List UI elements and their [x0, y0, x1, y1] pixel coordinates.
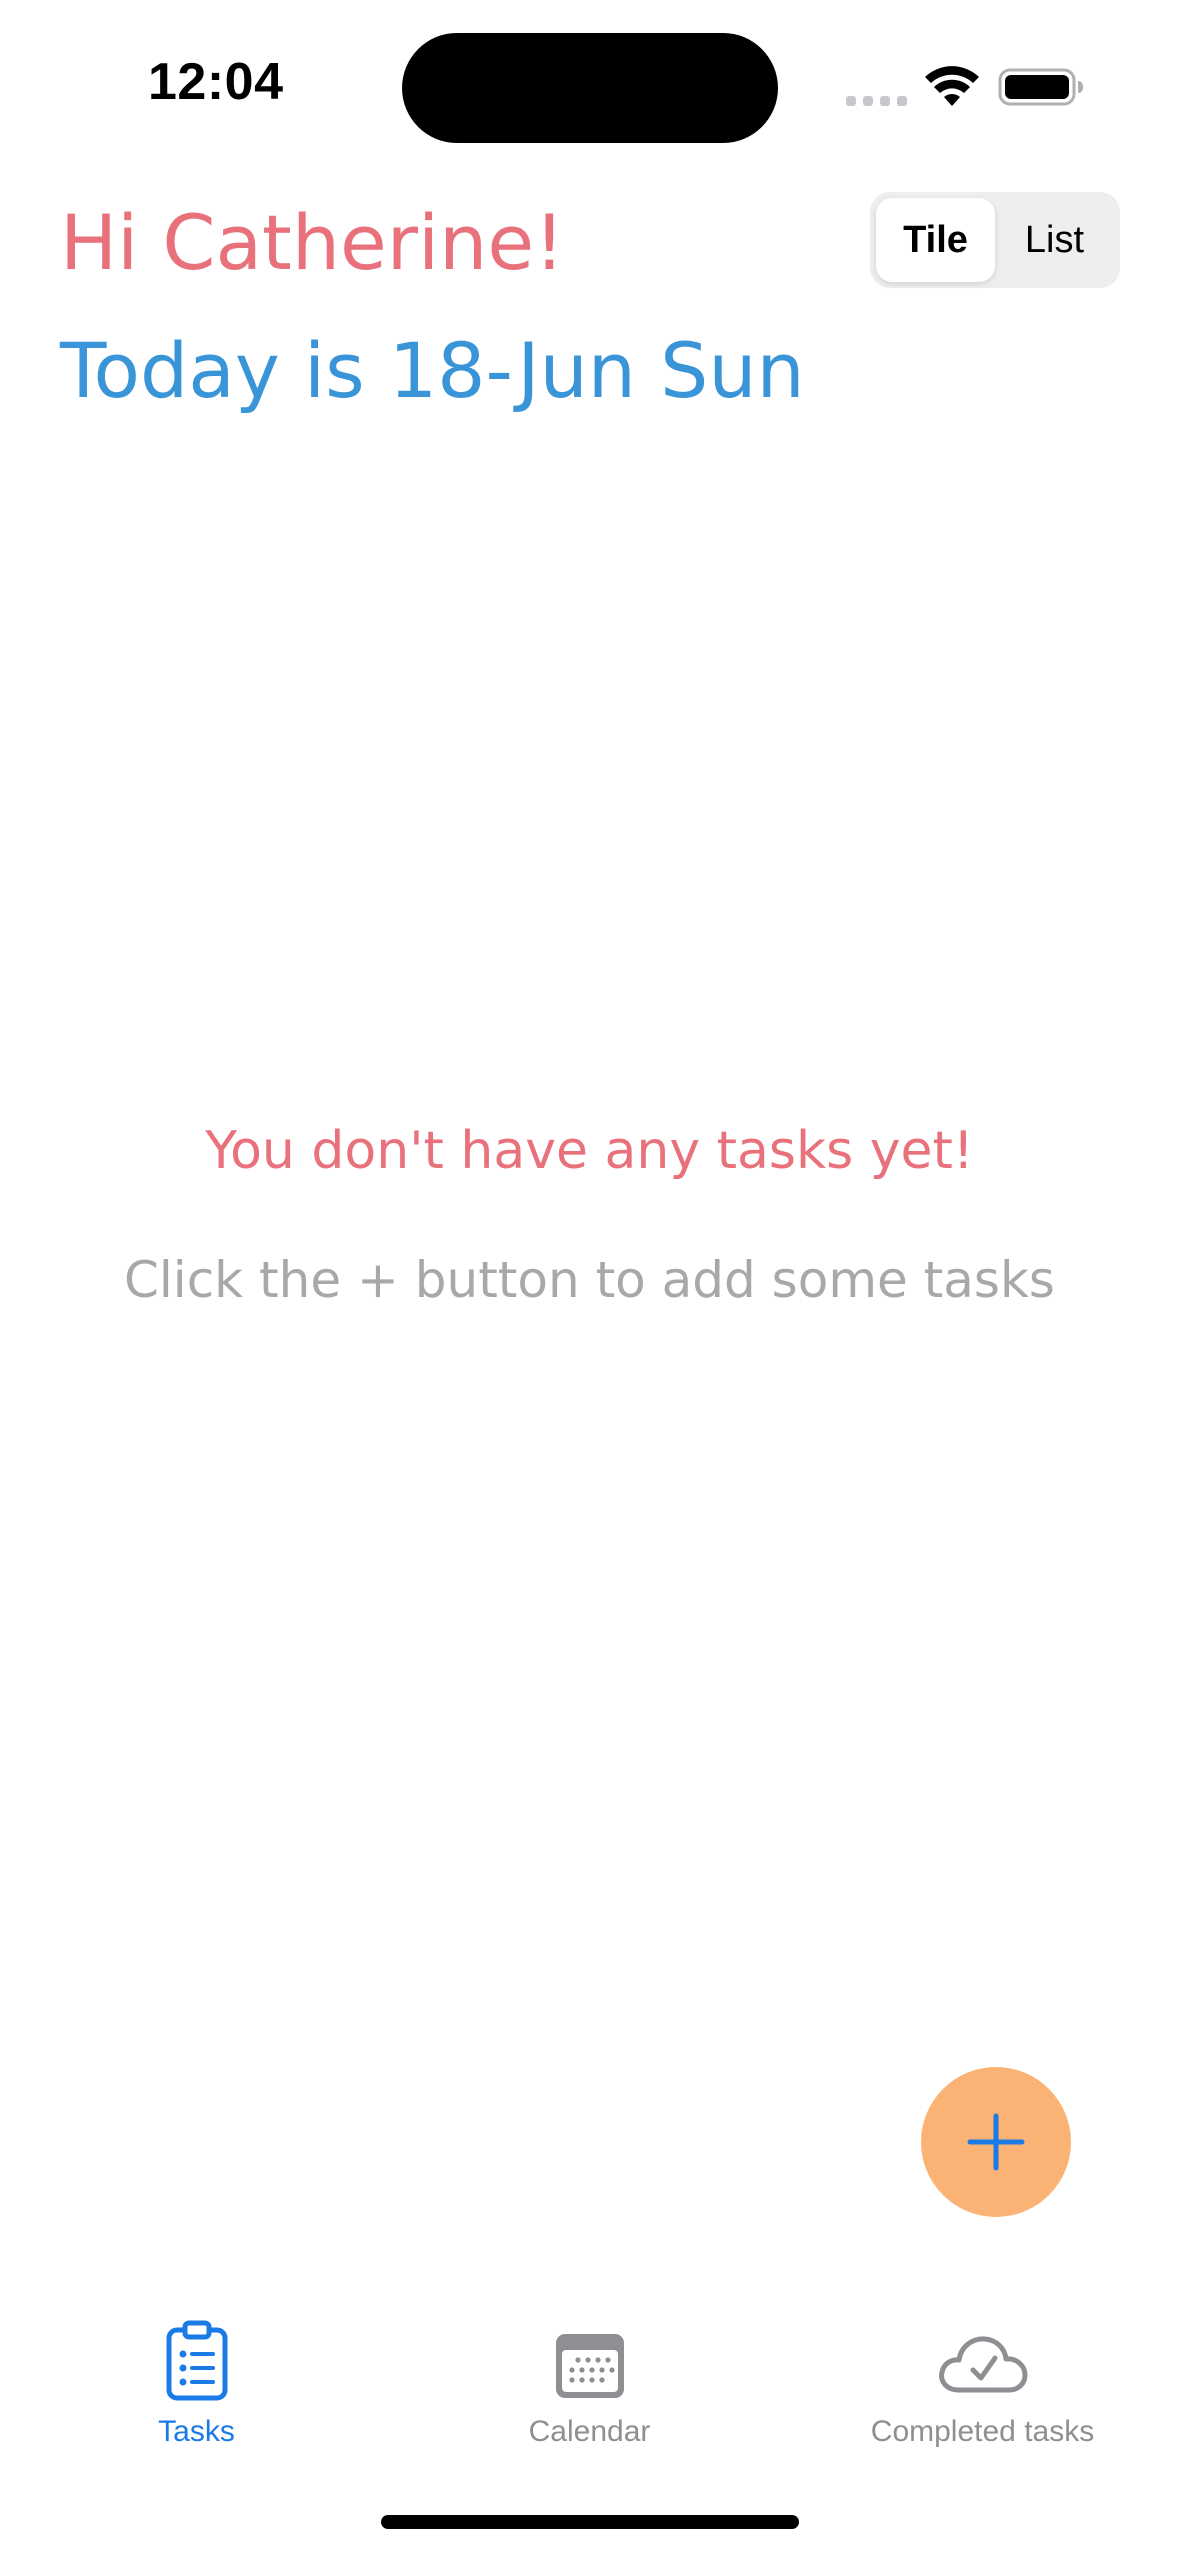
- tab-calendar-label: Calendar: [528, 2415, 651, 2448]
- empty-state-subtitle: Click the + button to add some tasks: [124, 1251, 1055, 1309]
- greeting-title: Hi Catherine!: [60, 198, 565, 287]
- wifi-icon: [925, 66, 979, 106]
- add-task-button[interactable]: [921, 2067, 1071, 2217]
- cloud-check-icon: [938, 2336, 1027, 2393]
- tab-calendar[interactable]: Calendar: [393, 2290, 786, 2460]
- cellular-signal-icon: [846, 96, 907, 106]
- tab-bar: Tasks Calendar Completed tasks: [0, 2290, 1179, 2480]
- status-time: 12:04: [148, 53, 284, 111]
- date-label: Today is 18-Jun Sun: [60, 326, 805, 415]
- empty-state-title: You don't have any tasks yet!: [205, 1121, 974, 1181]
- clipboard-list-icon: [166, 2320, 227, 2401]
- home-indicator[interactable]: [381, 2515, 799, 2529]
- plus-icon: [967, 2113, 1025, 2171]
- tab-tasks[interactable]: Tasks: [0, 2290, 393, 2460]
- tab-completed-tasks[interactable]: Completed tasks: [786, 2290, 1179, 2460]
- battery-icon: [998, 68, 1083, 106]
- tab-tasks-label: Tasks: [158, 2415, 235, 2448]
- tile-view-option[interactable]: Tile: [876, 198, 995, 282]
- tab-completed-tasks-label: Completed tasks: [870, 2415, 1095, 2448]
- calendar-icon: [555, 2334, 624, 2398]
- dynamic-island: [402, 33, 778, 143]
- list-view-option[interactable]: List: [995, 198, 1114, 282]
- view-toggle: Tile List: [870, 192, 1120, 288]
- status-bar: 12:04: [0, 0, 1179, 180]
